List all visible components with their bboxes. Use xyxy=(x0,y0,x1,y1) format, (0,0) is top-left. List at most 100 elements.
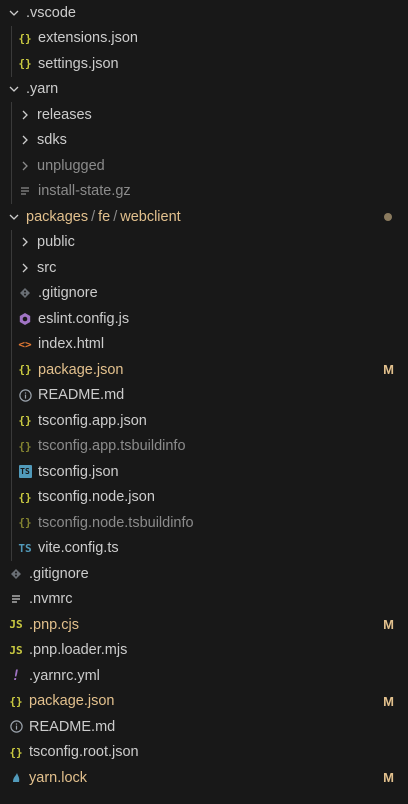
file-label: package.json xyxy=(38,361,124,378)
file-label: tsconfig.app.tsbuildinfo xyxy=(38,438,186,455)
file-label: .gitignore xyxy=(38,285,98,302)
file-settings-json[interactable]: {} settings.json xyxy=(0,51,408,77)
path-separator: / xyxy=(91,208,96,225)
indent-guide xyxy=(11,331,12,357)
path-separator: / xyxy=(113,208,118,225)
file-readme-root[interactable]: README.md xyxy=(0,714,408,740)
json-icon: {} xyxy=(9,745,23,759)
folder-yarn[interactable]: .yarn xyxy=(0,77,408,103)
json-icon: {} xyxy=(18,414,32,428)
folder-public[interactable]: public xyxy=(0,229,408,255)
file-tsconfig-node-json[interactable]: {} tsconfig.node.json xyxy=(0,484,408,510)
git-icon xyxy=(17,285,33,301)
file-gitignore-webclient[interactable]: .gitignore xyxy=(0,280,408,306)
file-package-json-webclient[interactable]: {} package.json M xyxy=(0,357,408,383)
chevron-down-icon[interactable] xyxy=(6,209,22,225)
tsconfig-icon: TS xyxy=(17,464,33,480)
folder-webclient[interactable]: packages / fe / webclient xyxy=(0,204,408,230)
file-index-html[interactable]: <> index.html xyxy=(0,331,408,357)
lines-file-icon xyxy=(17,183,33,199)
chevron-down-icon[interactable] xyxy=(6,81,22,97)
chevron-right-icon[interactable] xyxy=(17,107,33,123)
indent-guide xyxy=(11,382,12,408)
yaml-icon: ! xyxy=(11,667,21,684)
json-icon: {} xyxy=(18,516,32,530)
lines-file-icon xyxy=(8,591,24,607)
chevron-right-icon[interactable] xyxy=(17,158,33,174)
chevron-right-icon[interactable] xyxy=(17,260,33,276)
json-icon: {} xyxy=(18,439,32,453)
path-segment[interactable]: fe xyxy=(98,209,110,225)
modified-badge: M xyxy=(383,617,394,633)
file-label: tsconfig.node.json xyxy=(38,489,155,506)
file-eslint-config[interactable]: eslint.config.js xyxy=(0,306,408,332)
indent-guide xyxy=(11,510,12,536)
file-tsconfig-root-json[interactable]: {} tsconfig.root.json xyxy=(0,740,408,766)
file-install-state[interactable]: install-state.gz xyxy=(0,178,408,204)
indent-guide xyxy=(11,255,12,281)
path-segment[interactable]: webclient xyxy=(120,209,180,225)
modified-badge: M xyxy=(383,362,394,378)
file-package-json-root[interactable]: {} package.json M xyxy=(0,689,408,715)
json-icon: {} xyxy=(18,57,32,71)
indent-guide xyxy=(11,306,12,332)
file-label: tsconfig.json xyxy=(38,463,119,480)
folder-label: .yarn xyxy=(26,81,59,98)
file-yarnrc-yml[interactable]: ! .yarnrc.yml xyxy=(0,663,408,689)
file-label: eslint.config.js xyxy=(38,310,130,327)
indent-guide xyxy=(11,229,12,255)
file-label: settings.json xyxy=(38,55,119,72)
indent-guide xyxy=(11,535,12,561)
indent-guide xyxy=(11,102,12,128)
info-icon xyxy=(8,719,24,735)
file-label: .yarnrc.yml xyxy=(29,667,100,684)
folder-sdks[interactable]: sdks xyxy=(0,127,408,153)
file-vite-config[interactable]: TS vite.config.ts xyxy=(0,535,408,561)
folder-label: .vscode xyxy=(26,4,76,21)
folder-label: releases xyxy=(37,106,92,123)
git-icon xyxy=(8,566,24,582)
file-label: install-state.gz xyxy=(38,183,131,200)
file-tsconfig-node-tsbuildinfo[interactable]: {} tsconfig.node.tsbuildinfo xyxy=(0,510,408,536)
file-label: .pnp.loader.mjs xyxy=(29,642,128,659)
chevron-right-icon[interactable] xyxy=(17,132,33,148)
chevron-down-icon[interactable] xyxy=(6,5,22,21)
file-label: .gitignore xyxy=(29,565,89,582)
file-label: .nvmrc xyxy=(29,591,73,608)
file-tsconfig-app-json[interactable]: {} tsconfig.app.json xyxy=(0,408,408,434)
file-label: package.json xyxy=(29,693,115,710)
file-label: tsconfig.root.json xyxy=(29,744,139,761)
typescript-icon: TS xyxy=(18,541,32,555)
indent-guide xyxy=(11,25,12,51)
file-tsconfig-json[interactable]: TS tsconfig.json xyxy=(0,459,408,485)
file-pnp-loader-mjs[interactable]: JS .pnp.loader.mjs xyxy=(0,638,408,664)
file-nvmrc[interactable]: .nvmrc xyxy=(0,587,408,613)
file-pnp-cjs[interactable]: JS .pnp.cjs M xyxy=(0,612,408,638)
javascript-icon: JS xyxy=(9,618,23,632)
yarn-icon xyxy=(8,770,24,786)
file-readme-webclient[interactable]: README.md xyxy=(0,382,408,408)
javascript-icon: JS xyxy=(9,643,23,657)
folder-releases[interactable]: releases xyxy=(0,102,408,128)
folder-unplugged[interactable]: unplugged xyxy=(0,153,408,179)
folder-label: sdks xyxy=(37,132,67,149)
indent-guide xyxy=(11,280,12,306)
path-segment[interactable]: packages xyxy=(26,209,88,225)
modified-dot-icon xyxy=(384,213,392,221)
file-label: .pnp.cjs xyxy=(29,616,79,633)
file-yarn-lock[interactable]: yarn.lock M xyxy=(0,765,408,791)
file-tsconfig-app-tsbuildinfo[interactable]: {} tsconfig.app.tsbuildinfo xyxy=(0,433,408,459)
folder-vscode[interactable]: .vscode xyxy=(0,0,408,26)
file-extensions-json[interactable]: {} extensions.json xyxy=(0,25,408,51)
modified-badge: M xyxy=(383,693,394,709)
modified-badge: M xyxy=(383,770,394,786)
file-label: extensions.json xyxy=(38,30,138,47)
chevron-right-icon[interactable] xyxy=(17,234,33,250)
indent-guide xyxy=(11,357,12,383)
indent-guide xyxy=(11,51,12,77)
folder-src[interactable]: src xyxy=(0,255,408,281)
file-label: README.md xyxy=(38,387,125,404)
info-icon xyxy=(17,387,33,403)
file-explorer-tree: .vscode {} extensions.json {} settings.j… xyxy=(0,0,408,804)
file-gitignore-root[interactable]: .gitignore xyxy=(0,561,408,587)
